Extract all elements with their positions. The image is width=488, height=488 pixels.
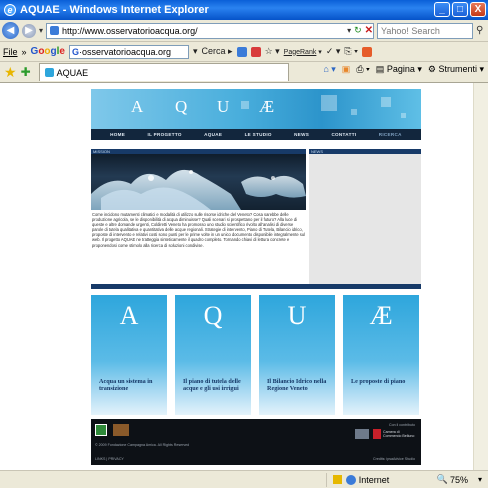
coldiretti-logo <box>113 424 129 436</box>
cerca-button[interactable]: Cerca ▸ <box>202 46 233 57</box>
mission-text: Come incidono mutamenti climatici e moda… <box>92 212 305 248</box>
banner-letter-ae: Æ <box>259 97 276 116</box>
search-input[interactable]: Yahoo! Search <box>377 22 474 39</box>
browser-window: e AQUAE - Windows Internet Explorer _ □ … <box>0 0 488 488</box>
card-letter: Æ <box>369 301 393 330</box>
banner-letter-q: Q <box>175 97 189 116</box>
forward-button[interactable]: ▶ <box>22 23 36 38</box>
card-bilancio-idrico[interactable]: U Il Bilancio Idrico nella Regione Venet… <box>259 295 335 415</box>
window-title: AQUAE - Windows Internet Explorer <box>20 4 209 16</box>
home-icon[interactable]: ⌂ ▾ <box>323 64 335 75</box>
site-banner: A Q U Æ <box>91 89 421 129</box>
vertical-scrollbar[interactable] <box>473 83 488 470</box>
bookmark-star-icon[interactable]: ☆ ▾ <box>265 46 280 57</box>
card-title[interactable]: Il Bilancio Idrico nella Regione Veneto <box>267 378 329 393</box>
google-search-field[interactable]: G·osservatorioacqua.org <box>68 44 189 59</box>
feeds-icon[interactable]: ▣ <box>342 64 351 75</box>
title-bar: e AQUAE - Windows Internet Explorer _ □ … <box>0 0 488 20</box>
menu-contatti[interactable]: CONTATTI <box>331 132 356 137</box>
google-toolbar: File » Google G·osservatorioacqua.org ▾ … <box>0 42 488 62</box>
highlight-icon[interactable] <box>250 46 261 57</box>
address-dropdown-icon[interactable]: ▾ <box>347 26 351 35</box>
card-proposte-piano[interactable]: Æ Le proposte di piano <box>343 295 419 415</box>
add-favorite-icon[interactable]: ✚ <box>21 65 31 79</box>
card-title[interactable]: Le proposte di piano <box>351 378 413 386</box>
menu-news[interactable]: NEWS <box>294 132 309 137</box>
menu-ricerca[interactable]: RICERCA <box>379 132 402 137</box>
banner-letter-a: A <box>131 97 145 116</box>
autofill-icon[interactable]: ⎘ ▾ <box>344 46 357 57</box>
chamber-logo-mark <box>373 429 381 439</box>
tab-row: ★ ✚ AQUAE ⌂ ▾ ▣ ⎙ ▾ ▤ Pagina ▾ ⚙ Strumen… <box>0 62 488 83</box>
website: A Q U Æ HOME IL PROGETTO AQUAE LE STUDIO… <box>91 89 421 467</box>
menu-aquae[interactable]: AQUAE <box>204 132 222 137</box>
menu-lo-studio[interactable]: LE STUDIO <box>245 132 272 137</box>
toolbar-chevron[interactable]: » <box>22 47 27 57</box>
ice-image <box>91 169 306 210</box>
site-menu: HOME IL PROGETTO AQUAE LE STUDIO NEWS CO… <box>91 129 421 140</box>
stop-icon[interactable]: ✕ <box>365 25 373 36</box>
card-acqua-sistema[interactable]: A Acqua un sistema in transizione <box>91 295 167 415</box>
protected-mode-icon[interactable] <box>332 475 342 484</box>
footer-chamber: Camera di Commercio Belluno <box>383 430 415 438</box>
site-footer: © 2009 Fondazione Campagna Amica. All Ri… <box>91 419 421 465</box>
google-logo: Google <box>30 46 65 57</box>
address-field[interactable]: http://www.osservatorioacqua.org/ ▾ ↻ ✕ <box>46 22 375 39</box>
campagna-amica-logo <box>95 424 107 436</box>
ie-logo-icon: e <box>4 4 16 16</box>
tab-aquae[interactable]: AQUAE <box>38 63 289 81</box>
footer-contribution: Con il contributo <box>389 423 415 427</box>
status-text <box>0 472 327 487</box>
chamber-logo <box>355 429 369 439</box>
menu-il-progetto[interactable]: IL PROGETTO <box>148 132 182 137</box>
pagerank-button[interactable]: PageRank ▾ <box>284 48 322 56</box>
card-letter: Q <box>203 301 223 330</box>
command-bar: ⌂ ▾ ▣ ⎙ ▾ ▤ Pagina ▾ ⚙ Strumenti ▾ <box>323 64 484 75</box>
content-divider <box>91 284 421 289</box>
card-piano-tutela[interactable]: Q Il piano di tutela delle acque e gli u… <box>175 295 251 415</box>
page-menu[interactable]: ▤ Pagina ▾ <box>376 64 422 75</box>
card-title[interactable]: Il piano di tutela delle acque e gli usi… <box>183 378 245 393</box>
zoom-dropdown-icon[interactable]: ▾ <box>478 475 482 484</box>
close-button[interactable]: X <box>470 2 486 17</box>
card-letter: A <box>119 301 139 330</box>
zoom-level[interactable]: 75% <box>450 475 478 485</box>
mission-section: Come incidono mutamenti climatici e moda… <box>91 154 306 284</box>
news-panel <box>309 154 421 284</box>
tools-menu[interactable]: ⚙ Strumenti ▾ <box>428 64 484 75</box>
tab-label: AQUAE <box>56 67 89 78</box>
card-title[interactable]: Acqua un sistema in transizione <box>99 378 161 393</box>
footer-links[interactable]: LINKS | PRIVACY <box>95 457 124 461</box>
search-dropdown-icon[interactable]: ▾ <box>193 46 198 57</box>
card-letter: U <box>287 301 307 330</box>
address-row: ◀ ▶ ▾ http://www.osservatorioacqua.org/ … <box>0 20 488 42</box>
zone-label: Internet <box>358 474 390 485</box>
page-icon <box>50 26 60 35</box>
search-icon[interactable]: ⚲ <box>476 25 483 36</box>
status-bar: Internet 🔍 75% ▾ <box>0 470 488 488</box>
back-button[interactable]: ◀ <box>2 22 19 39</box>
minimize-button[interactable]: _ <box>434 2 450 17</box>
page-viewport[interactable]: A Q U Æ HOME IL PROGETTO AQUAE LE STUDIO… <box>0 83 488 470</box>
file-menu[interactable]: File <box>3 47 18 57</box>
recent-pages-icon[interactable]: ▾ <box>39 26 43 35</box>
footer-copyright: © 2009 Fondazione Campagna Amica. All Ri… <box>95 443 190 447</box>
news-icon[interactable] <box>236 46 247 57</box>
spellcheck-icon[interactable]: ✓ ▾ <box>326 46 341 57</box>
url-text: http://www.osservatorioacqua.org/ <box>62 25 198 36</box>
globe-icon <box>345 474 356 485</box>
zoom-icon[interactable]: 🔍 <box>437 474 448 485</box>
favorites-star-icon[interactable]: ★ <box>4 64 17 81</box>
menu-home[interactable]: HOME <box>110 132 125 137</box>
ice-photo <box>91 154 306 210</box>
maximize-button[interactable]: □ <box>452 2 468 17</box>
tab-favicon <box>44 68 54 77</box>
print-icon[interactable]: ⎙ ▾ <box>356 64 369 75</box>
send-icon[interactable] <box>361 46 372 57</box>
footer-credits[interactable]: Credits: ipsaAdvice Studio <box>373 457 415 461</box>
window-controls: _ □ X <box>434 2 486 17</box>
banner-letter-u: U <box>217 97 231 116</box>
refresh-icon[interactable]: ↻ <box>354 25 362 36</box>
